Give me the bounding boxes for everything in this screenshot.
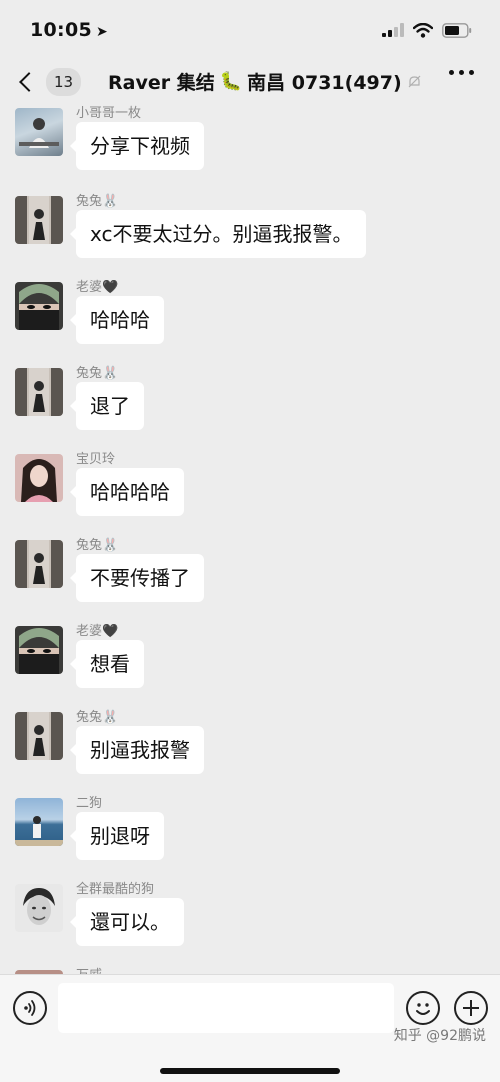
avatar[interactable] [15, 196, 63, 244]
sender-name: 老婆🖤 [76, 280, 119, 295]
message-bubble[interactable]: 哈哈哈哈 [70, 468, 184, 516]
status-bar: 10:05 ➤ [0, 0, 500, 60]
message-bubble[interactable]: 不要传播了 [70, 554, 204, 602]
message-bubble[interactable]: xc不要太过分。别逼我报警。 [69, 210, 367, 258]
wifi-icon [413, 22, 433, 38]
battery-icon [442, 22, 472, 38]
watermark: 知乎 @92鹏说 [393, 1028, 486, 1044]
avatar[interactable] [15, 540, 63, 588]
avatar[interactable] [15, 108, 63, 156]
chat-title: Raver 集结 🐛 南昌 0731(497) [108, 68, 422, 95]
message-item: 兔兔🐰 退了 [0, 362, 500, 446]
message-item: 老婆🖤 哈哈哈 [0, 276, 500, 360]
smiley-icon [416, 1003, 430, 1015]
avatar[interactable] [15, 626, 63, 674]
sender-name: 兔兔🐰 [76, 366, 119, 381]
message-item: 小哥哥一枚 分享下视频 [0, 104, 500, 188]
message-item: 老婆🖤 想看 [0, 620, 500, 704]
avatar[interactable] [15, 884, 63, 932]
emoji-button[interactable] [406, 991, 440, 1025]
message-item: 宝贝玲 哈哈哈哈 [0, 448, 500, 532]
chevron-left-icon [19, 72, 39, 92]
message-bubble[interactable]: 想看 [70, 640, 144, 688]
more-options-button[interactable] [449, 70, 474, 75]
sender-name: 兔兔🐰 [76, 538, 119, 553]
avatar[interactable] [15, 282, 63, 330]
mute-bell-icon [408, 75, 421, 88]
sender-name: 二狗 [76, 796, 103, 811]
message-input[interactable] [58, 983, 394, 1033]
sender-name: 宝贝玲 [76, 452, 116, 467]
signal-icon [382, 23, 404, 37]
home-indicator[interactable] [160, 1068, 340, 1074]
avatar[interactable] [15, 712, 63, 760]
avatar[interactable] [15, 798, 63, 846]
sender-name: 万威 [76, 964, 102, 974]
message-item: 全群最酷的狗 還可以。 [0, 878, 500, 962]
back-button[interactable]: 13 [0, 68, 82, 96]
dot-icon [459, 70, 464, 75]
sender-name: 兔兔🐰 [76, 194, 119, 209]
input-bar: 知乎 @92鹏说 [0, 974, 500, 1082]
location-arrow-icon: ➤ [95, 24, 109, 40]
chat-title-suffix: 南昌 0731(497) [247, 72, 402, 94]
message-bubble[interactable]: 别退呀 [70, 812, 164, 860]
status-time: 10:05 ➤ [30, 19, 109, 41]
caterpillar-emoji: 🐛 [219, 71, 243, 92]
message-item: 兔兔🐰 xc不要太过分。别逼我报警。 [0, 190, 500, 274]
sender-name: 小哥哥一枚 [76, 106, 142, 121]
sender-name: 老婆🖤 [76, 624, 119, 639]
dot-icon [469, 70, 474, 75]
message-bubble[interactable]: 分享下视频 [70, 122, 204, 170]
unread-count-badge: 13 [46, 68, 82, 96]
more-actions-button[interactable] [454, 991, 488, 1025]
chat-title-prefix: Raver 集结 [108, 72, 215, 94]
voice-input-button[interactable] [13, 991, 47, 1025]
sender-name: 全群最酷的狗 [76, 882, 155, 897]
chat-message-list[interactable]: 小哥哥一枚 分享下视频 兔兔🐰 xc不要太过分。别逼我报警。 老婆🖤 哈哈哈 兔… [0, 104, 500, 974]
plus-icon [463, 1000, 479, 1016]
avatar[interactable] [15, 368, 63, 416]
message-item: 万威 [0, 964, 500, 974]
message-item: 二狗 别退呀 [0, 792, 500, 876]
avatar[interactable] [15, 454, 63, 502]
message-bubble[interactable]: 退了 [70, 382, 144, 430]
nav-bar: 13 Raver 集结 🐛 南昌 0731(497) [0, 60, 500, 104]
message-bubble[interactable]: 哈哈哈 [70, 296, 164, 344]
message-item: 兔兔🐰 别逼我报警 [0, 706, 500, 790]
voice-icon [24, 1000, 36, 1016]
message-item: 兔兔🐰 不要传播了 [0, 534, 500, 618]
message-bubble[interactable]: 還可以。 [70, 898, 184, 946]
status-icons [382, 22, 472, 38]
message-bubble[interactable]: 别逼我报警 [70, 726, 204, 774]
dot-icon [449, 70, 454, 75]
sender-name: 兔兔🐰 [76, 710, 119, 725]
